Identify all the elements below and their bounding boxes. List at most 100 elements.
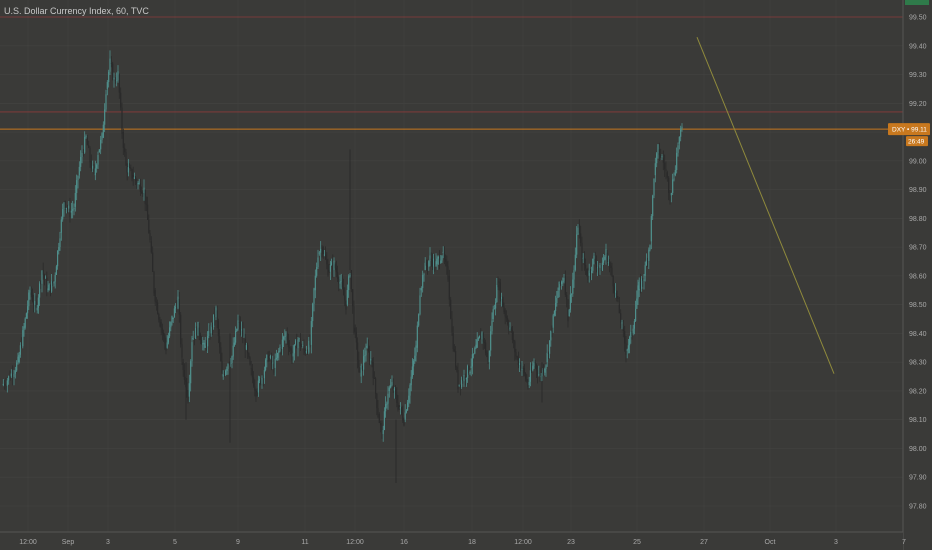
price-tick-label: 98.90 (909, 187, 927, 194)
candle-body (609, 262, 611, 266)
candle-body (509, 327, 511, 329)
candle-body (42, 270, 44, 275)
candle-body (129, 167, 131, 168)
candle-body (561, 281, 563, 285)
candle-body (262, 376, 264, 379)
candle-body (312, 303, 314, 322)
chart-background (0, 0, 932, 550)
candle-body (409, 385, 411, 396)
candle-body (243, 336, 245, 338)
candle-body (297, 339, 299, 349)
candle-body (88, 145, 90, 148)
candle-body (221, 361, 223, 374)
candle-body (100, 139, 102, 150)
candle-body (473, 353, 475, 355)
candle-body (165, 343, 167, 351)
candle-body (439, 256, 441, 264)
candle-body (323, 254, 325, 256)
price-tick-label: 97.80 (909, 504, 927, 511)
candle-body (176, 306, 178, 309)
candle-body (188, 383, 190, 397)
candle-body (339, 281, 341, 284)
candle-body (630, 331, 632, 338)
candle-body (455, 351, 457, 368)
candle-body (287, 340, 289, 348)
price-tick-label: 98.70 (909, 245, 927, 252)
candle-body (604, 256, 606, 260)
candle-body (52, 281, 54, 284)
candle-body (407, 402, 409, 411)
candle-body (6, 380, 8, 386)
candle-body (116, 80, 118, 82)
candle-body (496, 284, 498, 303)
candle-body (461, 379, 463, 388)
price-axis-top-marker (905, 0, 929, 5)
candle-body (372, 362, 374, 379)
candle-body (660, 154, 662, 157)
candle-body (238, 321, 240, 323)
candle-body (259, 379, 261, 381)
candle-body (470, 366, 472, 368)
candle-body (501, 297, 503, 299)
time-tick-label: 3 (106, 539, 110, 546)
candle-body (256, 390, 258, 393)
candle-body (348, 276, 350, 291)
chart-canvas[interactable]: 99.5099.4099.3099.2099.1099.0098.9098.80… (0, 0, 932, 550)
candle-body (453, 349, 455, 352)
candle-body (564, 275, 566, 295)
candle-body (320, 248, 322, 253)
candle-body (632, 328, 634, 334)
price-tick-label: 98.80 (909, 216, 927, 223)
time-axis[interactable]: 12:00 Sep 3 5 9 11 12:00 16 18 12:00 23 25 27 Oct 3 7 (0, 531, 906, 550)
candle-body (502, 297, 504, 307)
candle-body (167, 336, 169, 343)
candle-body (9, 376, 11, 380)
candle-body (534, 362, 536, 365)
candle-body (673, 178, 675, 180)
candle-body (365, 350, 367, 356)
candle-body (48, 284, 50, 291)
price-tick-label: 98.40 (909, 331, 927, 338)
candle-body (141, 191, 143, 193)
candle-body (139, 183, 141, 192)
candle-body (677, 145, 679, 153)
candle-body (643, 279, 645, 281)
candle-body (180, 314, 182, 345)
candle-body (593, 255, 595, 259)
candle-body (354, 327, 356, 332)
candle-body (190, 361, 192, 384)
candle-body (120, 92, 122, 108)
candle-body (658, 149, 660, 155)
price-tick-label: 99.50 (909, 15, 927, 22)
candle-body (386, 403, 388, 405)
candle-body (335, 268, 337, 273)
candle-body (191, 342, 193, 362)
candle-body (76, 180, 78, 193)
candle-body (601, 262, 603, 271)
candle-body (284, 336, 286, 338)
candle-body (239, 322, 241, 331)
time-tick-label: 23 (567, 539, 575, 546)
candle-body (367, 345, 369, 351)
candle-body (505, 316, 507, 319)
candle-body (674, 170, 676, 176)
candle-body (533, 362, 535, 366)
candle-body (274, 358, 276, 368)
candle-body (556, 297, 558, 304)
candle-body (216, 310, 218, 322)
candle-body (340, 281, 342, 283)
candle-body (637, 285, 639, 299)
candle-body (309, 340, 311, 346)
candle-body (388, 387, 390, 391)
time-tick-label: Oct (765, 539, 776, 546)
price-tick-label: 99.00 (909, 158, 927, 165)
price-tick-label: 98.00 (909, 446, 927, 453)
candle-body (97, 155, 99, 165)
candle-body (250, 367, 252, 369)
candle-body (669, 192, 671, 201)
candle-body (23, 326, 25, 331)
candle-body (424, 262, 426, 271)
candle-body (550, 330, 552, 341)
candle-body (520, 363, 522, 370)
price-axis[interactable]: 99.5099.4099.3099.2099.1099.0098.9098.80… (902, 0, 932, 550)
